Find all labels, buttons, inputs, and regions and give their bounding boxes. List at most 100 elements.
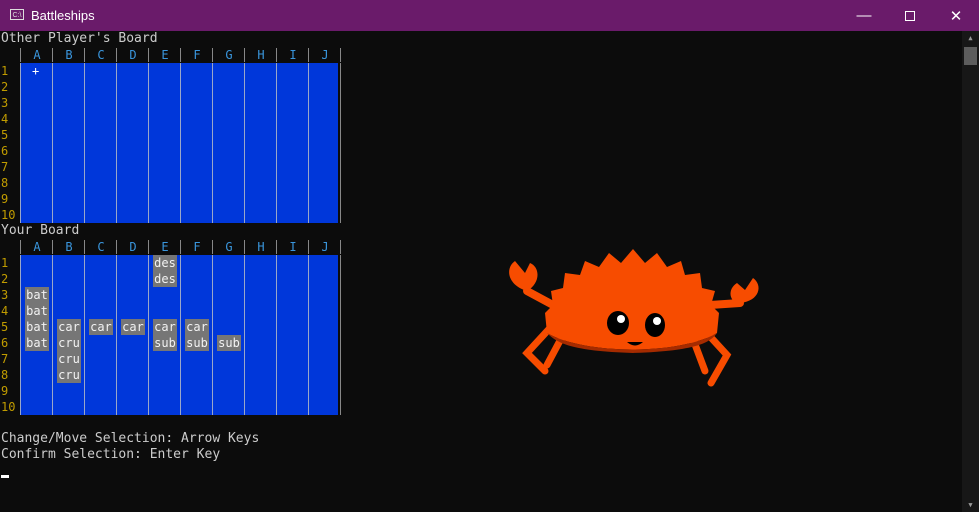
ship-cell-bat: bat xyxy=(25,319,49,335)
ship-cell-car: car xyxy=(89,319,113,335)
selection-cursor[interactable]: + xyxy=(32,63,39,79)
help-confirm-selection: Confirm Selection: Enter Key xyxy=(1,447,221,462)
ship-cell-cru: cru xyxy=(57,351,81,367)
your-board-heading: Your Board xyxy=(1,223,80,238)
row-label: 1 xyxy=(1,64,9,78)
board-right-border xyxy=(340,255,341,415)
column-label: D xyxy=(129,240,137,254)
column-label: I xyxy=(289,240,297,254)
grid-line xyxy=(84,255,85,415)
grid-line xyxy=(212,63,213,223)
ship-cell-cru: cru xyxy=(57,335,81,351)
grid-line xyxy=(148,63,149,223)
grid-line xyxy=(84,63,85,223)
ship-cell-sub: sub xyxy=(185,335,209,351)
board-water[interactable]: + xyxy=(20,63,338,223)
close-icon: ✕ xyxy=(949,7,963,25)
row-label: 2 xyxy=(1,272,9,286)
ship-cell-des: des xyxy=(153,271,177,287)
scroll-up-arrow-icon[interactable]: ▲ xyxy=(962,31,979,45)
ship-cell-sub: sub xyxy=(153,335,177,351)
grid-line xyxy=(276,255,277,415)
column-label: H xyxy=(257,48,265,62)
grid-line xyxy=(180,63,181,223)
grid-line xyxy=(180,255,181,415)
board-water: des des bat bat bat bat car car car car car cru cru c… xyxy=(20,255,338,415)
column-label: H xyxy=(257,240,265,254)
row-label: 8 xyxy=(1,176,9,190)
column-label: J xyxy=(321,240,329,254)
row-label: 5 xyxy=(1,320,9,334)
grid-line xyxy=(116,255,117,415)
column-label: G xyxy=(225,48,233,62)
row-label: 10 xyxy=(1,400,16,414)
ship-cell-car: car xyxy=(121,319,145,335)
grid-line xyxy=(244,63,245,223)
console-icon: C:\ xyxy=(10,9,24,20)
scroll-down-arrow-icon[interactable]: ▼ xyxy=(962,498,979,512)
close-button[interactable]: ✕ xyxy=(933,0,979,31)
column-label: G xyxy=(225,240,233,254)
ship-cell-des: des xyxy=(153,255,177,271)
column-label: E xyxy=(161,48,169,62)
ship-cell-bat: bat xyxy=(25,287,49,303)
column-label: D xyxy=(129,48,137,62)
ship-cell-bat: bat xyxy=(25,335,49,351)
board-right-border xyxy=(340,63,341,223)
other-board-heading: Other Player's Board xyxy=(1,31,158,46)
row-label: 4 xyxy=(1,112,9,126)
minimize-button[interactable]: — xyxy=(841,0,887,31)
ship-cell-car: car xyxy=(153,319,177,335)
column-label: C xyxy=(97,48,105,62)
grid-line xyxy=(276,63,277,223)
column-header-row: A B C D E F G H I J xyxy=(0,47,345,63)
row-label: 9 xyxy=(1,192,9,206)
text-cursor xyxy=(1,475,9,478)
row-label: 5 xyxy=(1,128,9,142)
row-label: 9 xyxy=(1,384,9,398)
minimize-icon: — xyxy=(856,7,872,24)
maximize-icon xyxy=(905,10,915,21)
row-label: 10 xyxy=(1,208,16,222)
ship-cell-bat: bat xyxy=(25,303,49,319)
vertical-scrollbar[interactable]: ▲ ▼ xyxy=(962,31,979,512)
row-label: 7 xyxy=(1,352,9,366)
ship-cell-car: car xyxy=(57,319,81,335)
grid-line xyxy=(116,63,117,223)
row-label: 3 xyxy=(1,96,9,110)
help-move-selection: Change/Move Selection: Arrow Keys xyxy=(1,431,260,446)
column-label: E xyxy=(161,240,169,254)
column-separator xyxy=(340,48,341,62)
column-label: A xyxy=(33,48,41,62)
row-label: 3 xyxy=(1,288,9,302)
row-label: 8 xyxy=(1,368,9,382)
grid-line xyxy=(308,255,309,415)
column-header-row: A B C D E F G H I J xyxy=(0,239,345,255)
row-label: 1 xyxy=(1,256,9,270)
row-label: 2 xyxy=(1,80,9,94)
column-label: C xyxy=(97,240,105,254)
row-label: 6 xyxy=(1,144,9,158)
row-label: 7 xyxy=(1,160,9,174)
title-bar[interactable]: C:\ Battleships — ✕ xyxy=(0,0,979,31)
scroll-thumb[interactable] xyxy=(964,47,977,65)
ship-cell-car: car xyxy=(185,319,209,335)
column-label: F xyxy=(193,240,201,254)
window-title: Battleships xyxy=(31,8,95,23)
column-label: A xyxy=(33,240,41,254)
column-label: I xyxy=(289,48,297,62)
column-separator xyxy=(340,240,341,254)
column-label: J xyxy=(321,48,329,62)
column-label: F xyxy=(193,48,201,62)
grid-line xyxy=(244,255,245,415)
column-label: B xyxy=(65,48,73,62)
grid-line xyxy=(52,63,53,223)
row-label: 4 xyxy=(1,304,9,318)
row-label: 6 xyxy=(1,336,9,350)
grid-line xyxy=(148,255,149,415)
grid-line xyxy=(52,255,53,415)
maximize-button[interactable] xyxy=(887,0,933,31)
column-label: B xyxy=(65,240,73,254)
ferris-crab-icon xyxy=(509,249,759,387)
ship-cell-sub: sub xyxy=(217,335,241,351)
